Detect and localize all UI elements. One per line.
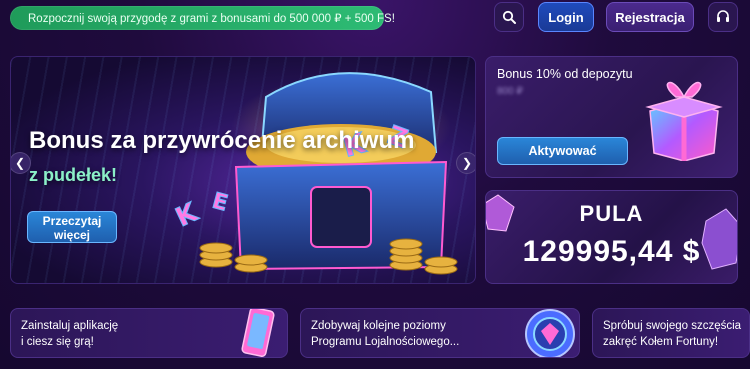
gift-box-icon xyxy=(645,81,723,161)
jackpot-card[interactable]: PULA 129995,44 $ xyxy=(485,190,738,284)
support-button[interactable] xyxy=(708,2,738,32)
banner-next-button[interactable]: ❯ xyxy=(456,152,475,174)
install-app-card[interactable]: Zainstaluj aplikację i ciesz się grą! xyxy=(10,308,288,358)
smartphone-icon xyxy=(241,309,275,357)
loyalty-line1: Zdobywaj kolejne poziomy xyxy=(311,320,446,332)
svg-text:E: E xyxy=(209,189,230,217)
register-button[interactable]: Rejestracja xyxy=(606,2,694,32)
login-button[interactable]: Login xyxy=(538,2,594,32)
search-button[interactable] xyxy=(494,2,524,32)
banner-title: Bonus za przywrócenie archiwum xyxy=(29,127,415,154)
loyalty-line2: Programu Lojalnościowego... xyxy=(311,336,460,348)
install-app-line1: Zainstaluj aplikację xyxy=(21,320,119,332)
chevron-right-icon: ❯ xyxy=(461,156,473,170)
promo-banner[interactable]: Rozpocznij swoją przygodę z grami z bonu… xyxy=(10,6,395,30)
fortune-wheel-card[interactable]: Spróbuj swojego szczęścia zakręć Kołem F… xyxy=(592,308,750,358)
promo-text: Rozpocznij swoją przygodę z grami z bonu… xyxy=(28,13,395,25)
read-more-button[interactable]: Przeczytaj więcej xyxy=(27,211,117,243)
fortune-wheel-line2: zakręć Kołem Fortuny! xyxy=(603,336,719,348)
activate-button[interactable]: Aktywować xyxy=(497,137,628,165)
jackpot-value: 129995,44 $ xyxy=(522,235,701,268)
hero-banner[interactable]: K Z K E Bonus za przywrócenie archiwum z… xyxy=(10,56,476,284)
fortune-wheel-line1: Spróbuj swojego szczęścia xyxy=(603,320,742,332)
deposit-bonus-card[interactable]: Bonus 10% od depozytu 800 ₽ Aktywować xyxy=(485,56,738,178)
svg-text:K: K xyxy=(171,197,203,233)
install-app-line2: i ciesz się grą! xyxy=(21,336,94,348)
deposit-bonus-amount: 800 ₽ xyxy=(497,86,523,97)
headset-icon xyxy=(717,10,729,22)
jackpot-label: PULA xyxy=(579,201,644,226)
search-icon xyxy=(502,10,516,24)
install-app-text: Zainstaluj aplikację i ciesz się grą! xyxy=(21,318,118,350)
loyalty-badge-icon xyxy=(525,309,575,357)
banner-subtitle: z pudełek! xyxy=(29,165,118,185)
banner-prev-button[interactable]: ❮ xyxy=(11,152,31,174)
loyalty-program-card[interactable]: Zdobywaj kolejne poziomy Programu Lojaln… xyxy=(300,308,580,358)
loyalty-text: Zdobywaj kolejne poziomy Programu Lojaln… xyxy=(311,318,459,350)
read-more-label-line2: więcej xyxy=(53,228,91,242)
chevron-left-icon: ❮ xyxy=(14,156,26,170)
deposit-bonus-title: Bonus 10% od depozytu xyxy=(497,67,633,81)
read-more-label-line1: Przeczytaj xyxy=(42,214,102,228)
fortune-wheel-text: Spróbuj swojego szczęścia zakręć Kołem F… xyxy=(603,318,741,350)
